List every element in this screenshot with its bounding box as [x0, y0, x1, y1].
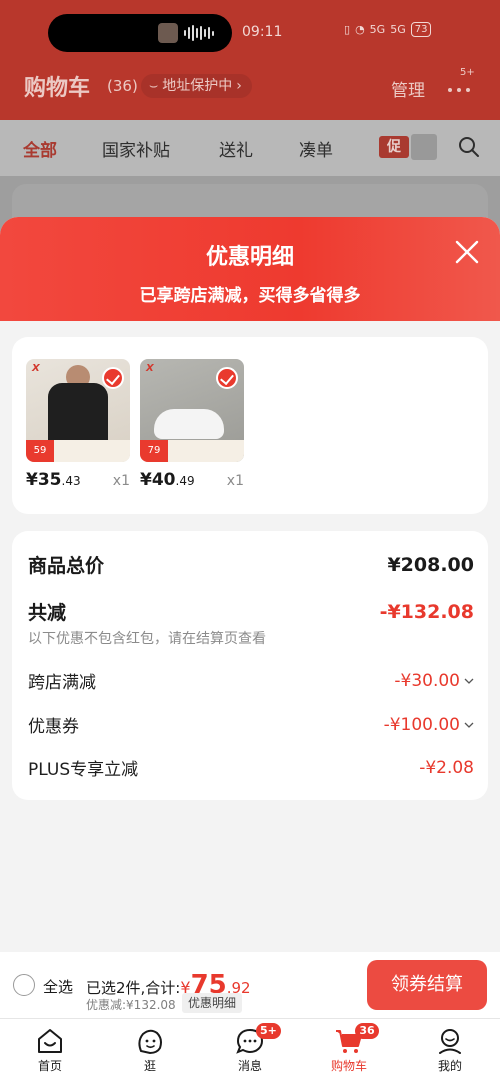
tab-label: 我的 — [437, 1059, 462, 1073]
tab-all[interactable]: 全部 — [23, 136, 57, 161]
messages-badge: 5+ — [256, 1023, 281, 1039]
sheet-title: 优惠明细 — [205, 245, 294, 270]
discount-label: PLUS专享立减 — [28, 760, 139, 780]
saved-amount: 优惠减:¥132.08 — [86, 998, 176, 1012]
profile-icon — [439, 1029, 461, 1054]
tab-messages[interactable]: 5+ 消息 — [210, 1023, 290, 1074]
sneaker-shape — [154, 409, 224, 439]
tab-label: 首页 — [37, 1059, 62, 1073]
discount-value: -¥100.00 — [384, 715, 474, 735]
sheet-header: 优惠明细 已享跨店满减，买得多省得多 — [0, 217, 500, 321]
discount-value: -¥2.08 — [419, 757, 474, 778]
status-time: 09:11 — [242, 24, 283, 40]
tshirt-product-image: X 59 — [26, 359, 130, 462]
music-cover-icon — [158, 23, 178, 43]
tab-label: 购物车 — [330, 1059, 367, 1073]
chevron-right-icon: › — [236, 78, 242, 94]
tshirt-shape — [48, 383, 108, 445]
selected-count-label: 已选2件,合计: — [86, 979, 181, 997]
checkout-button[interactable]: 领券结算 — [367, 960, 487, 1010]
discount-row-plus: PLUS专享立减 -¥2.08 — [28, 755, 474, 781]
select-all-radio[interactable] — [13, 974, 35, 996]
tab-label: 消息 — [237, 1059, 262, 1073]
product-price: ¥40.49 — [140, 470, 195, 490]
product-tag: 79 — [140, 440, 168, 462]
checked-icon — [102, 367, 124, 389]
reduce-label: 共减 — [28, 602, 67, 624]
discount-detail-button[interactable]: 优惠明细 — [182, 993, 243, 1013]
tab-label: 逛 — [143, 1059, 156, 1073]
address-protect-pill[interactable]: ⌣ 地址保护中 › — [141, 74, 252, 98]
tab-profile[interactable]: 我的 — [410, 1027, 490, 1074]
close-icon[interactable] — [452, 237, 482, 267]
reduce-value: -¥132.08 — [379, 600, 474, 623]
vibrate-icon: ▯ — [344, 23, 351, 36]
tab-browse[interactable]: 逛 — [110, 1027, 190, 1074]
tab-cart[interactable]: 36 购物车 — [309, 1023, 389, 1074]
brand-logo-icon: X — [32, 363, 40, 374]
select-all-label[interactable]: 全选 — [43, 976, 73, 997]
checkout-bar: 全选 已选2件,合计: ¥ 75 .92 优惠减:¥132.08 优惠明细 领券… — [0, 952, 500, 1018]
dynamic-island — [48, 14, 232, 52]
tab-home[interactable]: 首页 — [10, 1027, 90, 1074]
brand-logo-icon: X — [146, 363, 154, 374]
tab-gift[interactable]: 送礼 — [219, 136, 253, 161]
discount-label: 优惠券 — [28, 717, 79, 737]
product-qty: x1 — [226, 473, 244, 489]
address-protect-label: 地址保护中 — [162, 78, 233, 94]
cart-badge: 36 — [355, 1023, 379, 1039]
discount-label: 跨店满减 — [28, 673, 96, 693]
product-tag: 59 — [26, 440, 54, 462]
wifi-icon: ◔ — [355, 23, 365, 36]
signal-2-icon: 5G — [390, 23, 406, 36]
manage-button[interactable]: 管理 — [391, 76, 425, 101]
chevron-down-icon — [464, 722, 474, 728]
page-title: 购物车 — [24, 76, 91, 101]
browse-icon — [138, 1029, 162, 1055]
battery-icon: 73 — [410, 22, 432, 37]
sneaker-product-image: X 79 — [140, 359, 244, 462]
home-icon — [38, 1029, 62, 1053]
chevron-down-icon — [464, 678, 474, 684]
tab-national-subsidy[interactable]: 国家补贴 — [102, 136, 170, 161]
total-value: ¥208.00 — [387, 553, 474, 576]
discount-row-cross-store[interactable]: 跨店满减 -¥30.00 — [28, 668, 474, 693]
promo-tab-extra[interactable] — [411, 134, 437, 160]
more-icon[interactable] — [444, 78, 474, 98]
product-item[interactable]: X 59 ¥35.43 x1 — [26, 359, 130, 490]
shield-icon: ⌣ — [149, 78, 159, 94]
product-qty: x1 — [112, 473, 130, 489]
more-badge: 5+ — [460, 67, 475, 78]
sheet-subtitle: 已享跨店满减，买得多省得多 — [139, 286, 361, 306]
tab-make-up-order[interactable]: 凑单 — [299, 136, 333, 161]
product-item[interactable]: X 79 ¥40.49 x1 — [140, 359, 244, 490]
status-icons: ▯ ◔ 5G 5G 73 — [344, 22, 432, 37]
product-price: ¥35.43 — [26, 470, 81, 490]
discount-value: -¥30.00 — [394, 671, 474, 691]
signal-1-icon: 5G — [369, 23, 386, 36]
cart-count: (36) — [107, 77, 138, 95]
checked-icon — [216, 367, 238, 389]
audio-wave-icon — [184, 25, 214, 41]
promo-tab[interactable]: 促 — [379, 136, 409, 158]
search-icon[interactable] — [458, 136, 480, 158]
discount-note: 以下优惠不包含红包，请在结算页查看 — [28, 631, 266, 647]
discount-row-coupon[interactable]: 优惠券 -¥100.00 — [28, 712, 474, 737]
bottom-tab-bar: 首页 逛 5+ 消息 36 购物车 我的 — [0, 1018, 500, 1085]
total-label: 商品总价 — [28, 555, 105, 577]
price-summary-card: 商品总价 ¥208.00 共减 -¥132.08 以下优惠不包含红包，请在结算页… — [12, 531, 488, 800]
selected-products-card: X 59 ¥35.43 x1 X 79 ¥40.49 x1 — [12, 337, 488, 514]
